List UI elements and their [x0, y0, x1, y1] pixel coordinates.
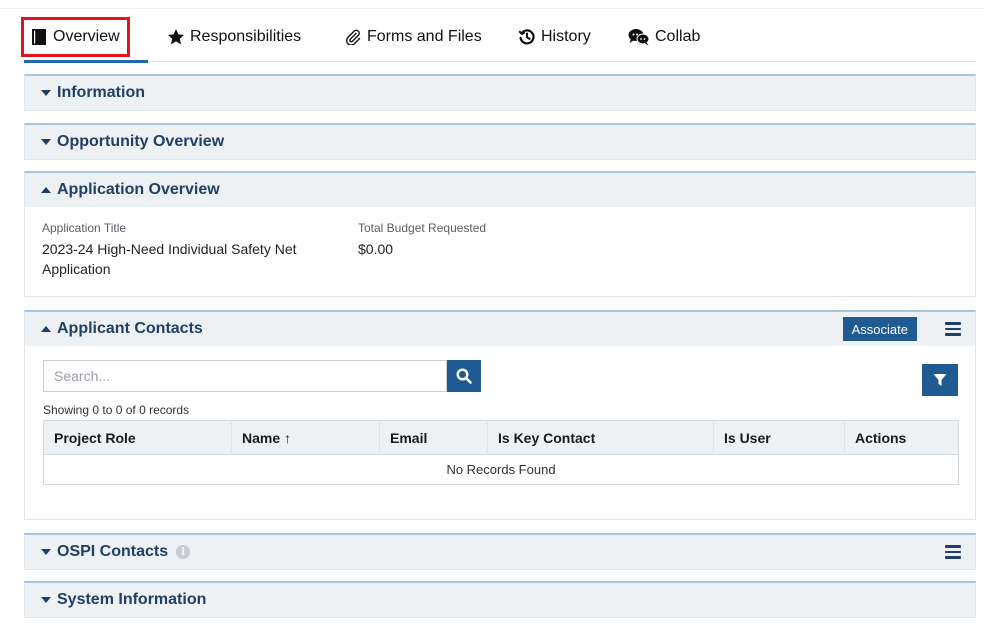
column-header-is-key-contact[interactable]: Is Key Contact	[487, 420, 714, 455]
records-count: Showing 0 to 0 of 0 records	[43, 403, 190, 417]
paperclip-icon	[344, 28, 362, 46]
table-header-row: Project Role Name ↑ Email Is Key Contact…	[43, 420, 959, 455]
contacts-table: Project Role Name ↑ Email Is Key Contact…	[43, 420, 959, 485]
panel-title-text: System Information	[57, 591, 207, 608]
information-panel: Information	[24, 74, 976, 111]
tab-overview[interactable]: Overview	[21, 17, 130, 57]
tab-forms-and-files[interactable]: Forms and Files	[344, 20, 482, 54]
information-title: Information	[41, 84, 145, 102]
table-row: No Records Found	[43, 454, 959, 485]
application-overview-title: Application Overview	[41, 181, 220, 199]
tab-label: Forms and Files	[367, 28, 482, 45]
ospi-contacts-header[interactable]: OSPI Contacts i	[25, 535, 975, 569]
system-information-title: System Information	[41, 591, 206, 609]
caret-up-icon	[41, 187, 51, 193]
caret-down-icon	[41, 549, 51, 555]
opportunity-overview-header[interactable]: Opportunity Overview	[25, 125, 975, 159]
tab-history[interactable]: History	[518, 20, 591, 54]
top-divider	[0, 8, 984, 9]
chat-bubbles-icon	[628, 28, 650, 46]
panel-title-text: Opportunity Overview	[57, 133, 225, 150]
tab-collab[interactable]: Collab	[628, 20, 700, 54]
caret-down-icon	[41, 90, 51, 96]
application-overview-header[interactable]: Application Overview	[25, 173, 975, 207]
associate-button[interactable]: Associate	[842, 317, 917, 341]
tab-label: Responsibilities	[190, 28, 302, 45]
column-header-is-user[interactable]: Is User	[713, 420, 845, 455]
total-budget-field: Total Budget Requested $0.00	[358, 221, 608, 259]
column-header-actions: Actions	[844, 420, 959, 455]
applicant-contacts-title: Applicant Contacts	[41, 320, 203, 338]
opportunity-overview-title: Opportunity Overview	[41, 133, 224, 151]
column-header-email[interactable]: Email	[379, 420, 488, 455]
panel-title-text: Applicant Contacts	[57, 320, 203, 337]
field-label: Total Budget Requested	[358, 221, 487, 235]
applicant-contacts-panel: Applicant Contacts Associate Showing 0 t…	[24, 310, 976, 520]
caret-down-icon	[41, 139, 51, 145]
active-tab-indicator	[24, 60, 148, 63]
history-icon	[518, 28, 536, 46]
column-header-project-role[interactable]: Project Role	[43, 420, 232, 455]
panel-title-text: OSPI Contacts	[57, 543, 169, 560]
caret-down-icon	[41, 597, 51, 603]
tab-label: Collab	[655, 28, 701, 45]
panel-title-text: Application Overview	[57, 181, 220, 198]
caret-up-icon	[41, 326, 51, 332]
filter-icon	[933, 374, 947, 386]
information-header[interactable]: Information	[25, 76, 975, 110]
tab-label: History	[541, 28, 591, 45]
tab-responsibilities[interactable]: Responsibilities	[167, 20, 301, 54]
search-input[interactable]	[43, 360, 447, 392]
empty-message: No Records Found	[43, 454, 959, 485]
system-information-header[interactable]: System Information	[25, 583, 975, 617]
panel-title-text: Information	[57, 84, 145, 101]
column-header-name[interactable]: Name ↑	[231, 420, 380, 455]
book-icon	[30, 28, 48, 46]
application-overview-panel: Application Overview Application Title 2…	[24, 171, 976, 297]
star-icon	[167, 28, 185, 46]
info-icon[interactable]: i	[176, 545, 191, 559]
menu-icon[interactable]	[945, 545, 961, 559]
tab-bar: Overview Responsibilities Forms and File…	[21, 14, 976, 63]
search-icon	[456, 368, 472, 384]
search-button[interactable]	[447, 360, 481, 392]
ospi-contacts-panel: OSPI Contacts i	[24, 533, 976, 570]
ospi-contacts-title: OSPI Contacts i	[41, 543, 191, 561]
tab-label: Overview	[53, 28, 120, 45]
opportunity-overview-panel: Opportunity Overview	[24, 123, 976, 160]
application-title-field: Application Title 2023-24 High-Need Indi…	[42, 221, 322, 279]
menu-icon[interactable]	[945, 322, 961, 336]
field-value: 2023-24 High-Need Individual Safety Net …	[42, 241, 297, 277]
system-information-panel: System Information	[24, 581, 976, 618]
field-label: Application Title	[42, 221, 127, 235]
filter-button[interactable]	[922, 364, 958, 396]
field-value: $0.00	[358, 241, 394, 257]
applicant-contacts-header[interactable]: Applicant Contacts Associate	[25, 312, 975, 346]
